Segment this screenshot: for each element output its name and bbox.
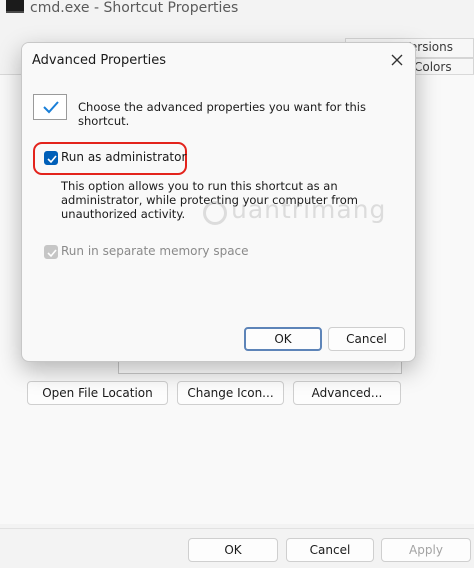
watermark-logo: uantrimang (203, 195, 403, 227)
dialog-cancel-button[interactable]: Cancel (328, 327, 405, 351)
run-as-admin-label[interactable]: Run as administrator (61, 150, 186, 164)
change-icon-button[interactable]: Change Icon... (177, 381, 284, 405)
apply-button[interactable]: Apply (381, 538, 471, 562)
close-icon[interactable] (388, 51, 406, 69)
cancel-button[interactable]: Cancel (286, 538, 374, 562)
window-title: cmd.exe - Shortcut Properties (30, 0, 239, 16)
ok-button[interactable]: OK (188, 538, 278, 562)
dialog-intro-text: Choose the advanced properties you want … (78, 100, 366, 128)
advanced-properties-dialog: Advanced Properties Choose the advanced … (21, 42, 416, 362)
open-file-location-button[interactable]: Open File Location (27, 381, 168, 405)
dialog-ok-button[interactable]: OK (244, 327, 322, 351)
dialog-titlebar: Advanced Properties (22, 43, 415, 79)
separate-memory-label: Run in separate memory space (61, 244, 249, 258)
watermark-icon (203, 201, 227, 225)
cmd-app-icon (6, 0, 24, 13)
run-as-admin-checkbox[interactable] (44, 151, 58, 165)
window-titlebar: cmd.exe - Shortcut Properties (0, 0, 474, 34)
shortcut-checkmark-icon (33, 94, 67, 120)
separate-memory-checkbox (44, 245, 58, 259)
advanced-button[interactable]: Advanced... (293, 381, 401, 405)
tab-colors-label: Colors (414, 60, 452, 74)
watermark-text: uantrimang (231, 195, 387, 224)
dialog-title: Advanced Properties (32, 53, 167, 68)
